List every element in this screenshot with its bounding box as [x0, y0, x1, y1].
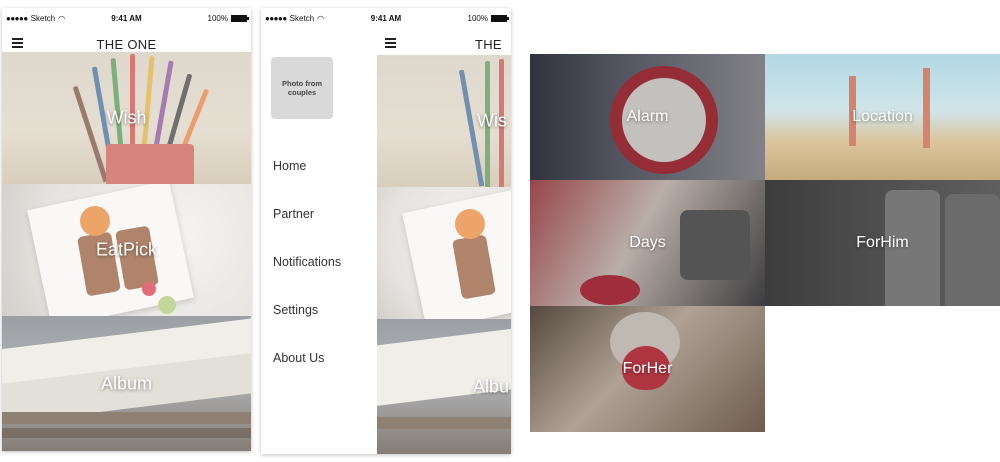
battery-percent: 100%: [207, 14, 228, 23]
hamburger-icon[interactable]: [385, 38, 396, 48]
tile-forher-label: ForHer: [622, 360, 673, 377]
couple-photo-placeholder[interactable]: Photo from couples: [271, 57, 333, 119]
battery-info: 100%: [467, 14, 509, 23]
battery-info: 100%: [207, 14, 249, 23]
tile-eatpick-partial[interactable]: [377, 187, 511, 319]
tile-wish[interactable]: Wish: [2, 52, 251, 184]
tile-album[interactable]: Album: [2, 316, 251, 451]
tile-days-label: Days: [629, 234, 666, 251]
tile-location-label: Location: [852, 108, 913, 125]
phone-drawer-screen: THE O Wis Albu ●●●●● Sketch ◠: [261, 8, 511, 454]
tile-alarm-label: Alarm: [626, 108, 669, 125]
battery-icon: [491, 15, 509, 22]
tile-album-label: Album: [100, 373, 153, 393]
menu-item-partner[interactable]: Partner: [273, 207, 314, 221]
tile-forhim[interactable]: ForHim: [765, 180, 1000, 306]
tile-alarm[interactable]: Alarm: [530, 54, 765, 180]
phone-home-screen: ●●●●● Sketch ◠ 9:41 AM 100% THE ONE Wish: [2, 8, 251, 451]
menu-item-notifications[interactable]: Notifications: [273, 255, 341, 269]
tile-wish-partial[interactable]: Wis: [377, 55, 511, 187]
tile-location[interactable]: Location: [765, 54, 1000, 180]
status-bar: ●●●●● Sketch ◠ 9:41 AM 100%: [261, 8, 511, 28]
tile-forhim-label: ForHim: [856, 234, 909, 251]
tile-eatpick-label: EatPick: [95, 239, 158, 260]
side-drawer: ●●●●● Sketch ◠ 9:41 AM 100% Photo from c…: [261, 8, 509, 454]
shifted-home-screen: THE O Wis Albu: [377, 8, 511, 454]
battery-icon: [231, 15, 249, 22]
tile-wish-partial-label: Wis: [477, 110, 507, 131]
app-title: THE ONE: [96, 37, 157, 52]
tile-wish-label: Wish: [106, 107, 147, 128]
feature-grid: Alarm Location Days ForHim ForHer: [530, 54, 1000, 432]
menu-item-settings[interactable]: Settings: [273, 303, 318, 317]
menu-item-home[interactable]: Home: [273, 159, 306, 173]
tile-album-partial-label: Albu: [473, 376, 510, 396]
tile-album-partial[interactable]: Albu: [377, 319, 511, 454]
tile-forher[interactable]: ForHer: [530, 306, 765, 432]
status-bar: ●●●●● Sketch ◠ 9:41 AM 100%: [2, 8, 251, 28]
tile-days[interactable]: Days: [530, 180, 765, 306]
battery-percent: 100%: [467, 14, 488, 23]
tile-eatpick[interactable]: EatPick: [2, 184, 251, 316]
menu-item-about-us[interactable]: About Us: [273, 351, 324, 365]
